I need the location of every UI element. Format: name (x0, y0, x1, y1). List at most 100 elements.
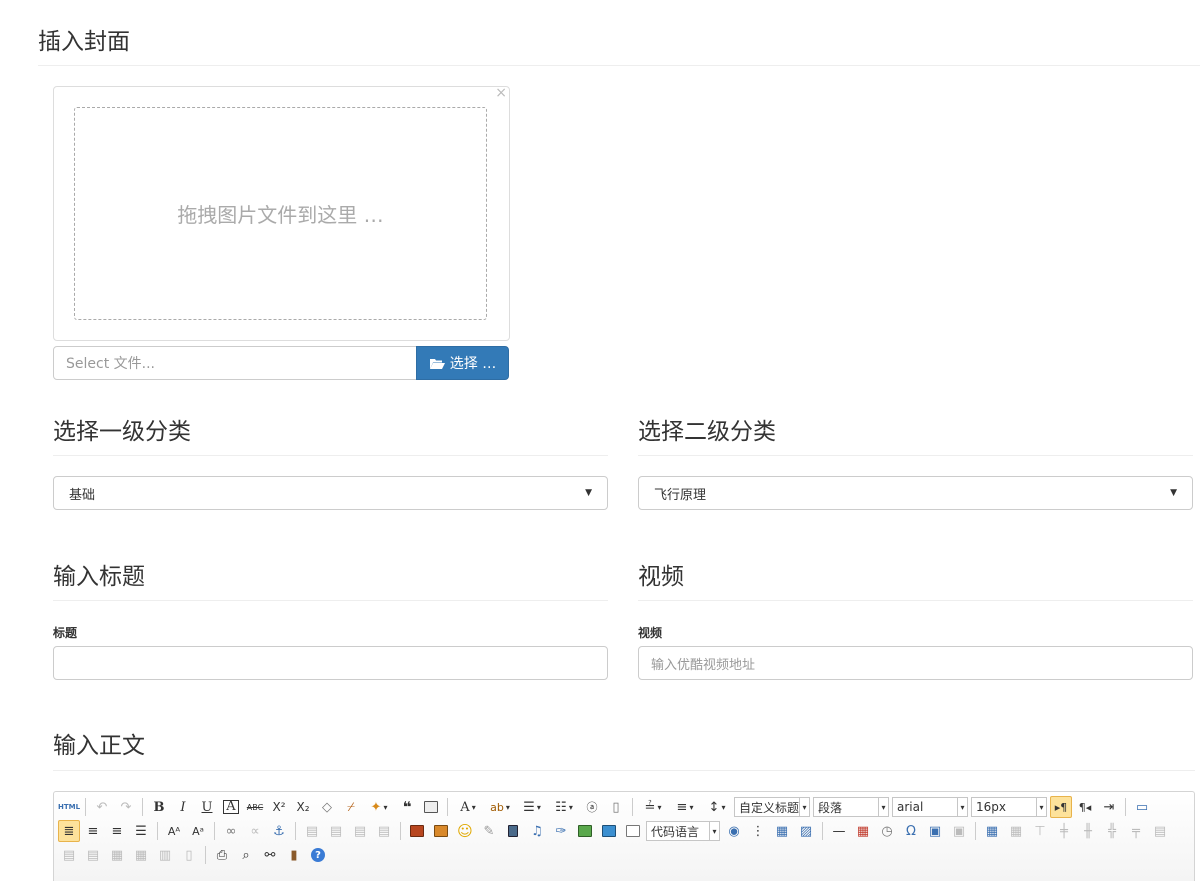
highlight-color-icon[interactable]: ab (485, 796, 515, 818)
file-path-input[interactable]: Select 文件... (53, 346, 417, 380)
unlink-icon[interactable]: ∝ (244, 820, 266, 842)
merge-cells-icon[interactable]: ▤ (1149, 820, 1171, 842)
insert-col-icon[interactable]: ╬ (1101, 820, 1123, 842)
close-icon[interactable]: × (495, 86, 507, 100)
print-icon[interactable]: ⎙ (211, 844, 233, 866)
split-to-cols-icon[interactable]: ▥ (154, 844, 176, 866)
blockquote-icon[interactable]: ❝ (396, 796, 418, 818)
font-size-value: 16px (976, 800, 1006, 814)
merge-down-icon[interactable]: ▤ (82, 844, 104, 866)
link-icon[interactable]: ∞ (220, 820, 242, 842)
simple-upload-icon[interactable] (406, 820, 428, 842)
image-drop-zone[interactable]: 拖拽图片文件到这里 … (74, 107, 487, 320)
bold-icon[interactable]: B (148, 796, 170, 818)
underline-icon[interactable]: U (196, 796, 218, 818)
delete-row-icon[interactable]: ╫ (1077, 820, 1099, 842)
redo-icon[interactable]: ↷ (115, 796, 137, 818)
web-app-icon[interactable]: ◉ (723, 820, 745, 842)
ltr-direction-icon[interactable]: ▸¶ (1050, 796, 1072, 818)
fullscreen-icon[interactable]: ▭ (1131, 796, 1153, 818)
custom-heading-select[interactable]: 自定义标题 ▾ (734, 797, 810, 817)
insert-row-icon[interactable]: ╪ (1053, 820, 1075, 842)
insert-table-icon[interactable]: ▦ (981, 820, 1003, 842)
template-icon[interactable]: ▦ (771, 820, 793, 842)
category2-selected: 飞行原理 (654, 487, 707, 503)
ordered-list-icon[interactable]: ☰ (517, 796, 547, 818)
time-icon[interactable]: ◷ (876, 820, 898, 842)
help-icon[interactable]: ? (307, 844, 329, 866)
strikethrough-icon[interactable]: ABC (244, 796, 266, 818)
insert-video-icon[interactable] (502, 820, 524, 842)
italic-icon[interactable]: I (172, 796, 194, 818)
toolbar-row: ≣ ≡ ≡ ☰ Aᴬ Aᵃ ∞ ∝ ⚓ ▤ ▤ ▤ ▤ ☺ ✎ ♫ ✑ 代码语言… (58, 820, 1173, 842)
split-to-rows-icon[interactable]: ▦ (130, 844, 152, 866)
search-replace-icon[interactable]: ⚯ (259, 844, 281, 866)
image-none-icon[interactable]: ▤ (301, 820, 323, 842)
font-color-icon[interactable]: A (453, 796, 483, 818)
horizontal-rule-icon[interactable]: — (828, 820, 850, 842)
code-language-select[interactable]: 代码语言 ▾ (646, 821, 720, 841)
gmap-icon[interactable] (598, 820, 620, 842)
indent-icon[interactable]: ⇥ (1098, 796, 1120, 818)
title-heading: 输入标题 (53, 564, 145, 590)
background-icon[interactable]: ▨ (795, 820, 817, 842)
browse-file-button[interactable]: 选择 … (416, 346, 509, 380)
font-family-select[interactable]: arial ▾ (892, 797, 968, 817)
date-icon[interactable]: ▦ (852, 820, 874, 842)
subscript-icon[interactable]: X₂ (292, 796, 314, 818)
align-center-icon[interactable]: ≡ (82, 820, 104, 842)
title-input[interactable] (53, 646, 608, 680)
html-source-button[interactable]: HTML (58, 796, 80, 818)
paste-plain-icon[interactable] (420, 796, 442, 818)
snap-screen-icon[interactable]: ▣ (924, 820, 946, 842)
preview-icon[interactable]: ⌕ (235, 844, 257, 866)
row-spacing-top-icon[interactable]: ≟ (638, 796, 668, 818)
merge-right-icon[interactable]: ▤ (58, 844, 80, 866)
page-break-icon[interactable]: ⋮ (747, 820, 769, 842)
category1-select[interactable]: 基础 ▼ (53, 476, 608, 510)
video-placeholder: 输入优酷视频地址 (651, 657, 756, 673)
auto-format-icon[interactable]: ✦ (364, 796, 394, 818)
charts-icon[interactable]: ▯ (178, 844, 200, 866)
drafts-icon[interactable]: ▮ (283, 844, 305, 866)
delete-col-icon[interactable]: ╤ (1125, 820, 1147, 842)
align-justify-icon[interactable]: ☰ (130, 820, 152, 842)
split-to-cells-icon[interactable]: ▦ (106, 844, 128, 866)
scrawl-icon[interactable]: ✎ (478, 820, 500, 842)
line-height-icon[interactable]: ↕ (702, 796, 732, 818)
cover-heading: 插入封面 (38, 29, 130, 55)
map-icon[interactable] (574, 820, 596, 842)
category2-select[interactable]: 飞行原理 ▼ (638, 476, 1193, 510)
superscript-icon[interactable]: X² (268, 796, 290, 818)
undo-icon[interactable]: ↶ (91, 796, 113, 818)
image-center-icon[interactable]: ▤ (373, 820, 395, 842)
insert-image-icon[interactable] (430, 820, 452, 842)
clear-doc-icon[interactable]: ▯ (605, 796, 627, 818)
video-heading: 视频 (638, 564, 684, 590)
emotion-icon[interactable]: ☺ (454, 820, 476, 842)
to-lowercase-icon[interactable]: Aᵃ (187, 820, 209, 842)
unordered-list-icon[interactable]: ☷ (549, 796, 579, 818)
insert-frame-icon[interactable] (622, 820, 644, 842)
delete-table-icon[interactable]: ▦ (1005, 820, 1027, 842)
image-left-icon[interactable]: ▤ (325, 820, 347, 842)
eraser-icon[interactable]: ◇ (316, 796, 338, 818)
align-left-icon[interactable]: ≣ (58, 820, 80, 842)
insert-paragraph-before-table-icon[interactable]: ⊤ (1029, 820, 1051, 842)
font-size-select[interactable]: 16px ▾ (971, 797, 1047, 817)
align-right-icon[interactable]: ≡ (106, 820, 128, 842)
rtl-direction-icon[interactable]: ¶◂ (1074, 796, 1096, 818)
anchor-icon[interactable]: ⚓ (268, 820, 290, 842)
font-border-icon[interactable]: A (220, 796, 242, 818)
format-painter-icon[interactable]: ⌿ (340, 796, 362, 818)
word-image-icon[interactable]: ▣ (948, 820, 970, 842)
select-all-icon[interactable]: ⓐ (581, 796, 603, 818)
music-icon[interactable]: ♫ (526, 820, 548, 842)
attachment-icon[interactable]: ✑ (550, 820, 572, 842)
to-uppercase-icon[interactable]: Aᴬ (163, 820, 185, 842)
paragraph-select[interactable]: 段落 ▾ (813, 797, 889, 817)
row-spacing-bottom-icon[interactable]: ≡ (670, 796, 700, 818)
video-url-input[interactable]: 输入优酷视频地址 (638, 646, 1193, 680)
special-chars-icon[interactable]: Ω (900, 820, 922, 842)
image-right-icon[interactable]: ▤ (349, 820, 371, 842)
